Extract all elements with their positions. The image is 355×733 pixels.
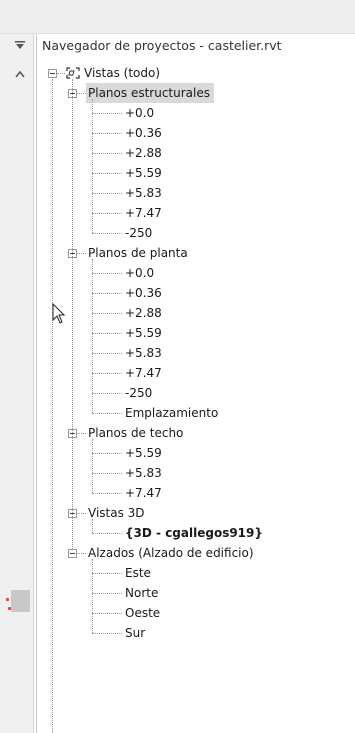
collapse-toggle-icon[interactable]: [68, 549, 77, 558]
tree-connector: [92, 373, 122, 374]
left-scroll-strip: [0, 34, 34, 733]
tree-connector: [92, 493, 122, 494]
indicator-mark: [6, 598, 9, 601]
tree-item[interactable]: +5.59: [125, 323, 162, 343]
panel-title: Navegador de proyectos - castelier.rvt: [42, 38, 282, 53]
tree-item[interactable]: +2.88: [125, 143, 162, 163]
indicator-mark: [8, 607, 11, 610]
tree-group[interactable]: Planos de planta: [86, 243, 192, 263]
tree-item[interactable]: Oeste: [125, 603, 160, 623]
tree-connector: [92, 393, 122, 394]
tree-item[interactable]: +7.47: [125, 363, 162, 383]
tree-connector: [92, 519, 93, 533]
tree-connector: [92, 613, 122, 614]
tree-connector: [92, 113, 122, 114]
tree-group[interactable]: Alzados (Alzado de edificio): [86, 543, 258, 563]
tree-connector: [92, 99, 93, 233]
tree-connector: [92, 453, 122, 454]
tree-connector: [92, 633, 122, 634]
tree-item[interactable]: +2.88: [125, 303, 162, 323]
tree-connector: [92, 333, 122, 334]
tree-item[interactable]: {3D - cgallegos919}: [125, 523, 263, 543]
tree-connector: [92, 439, 93, 493]
tree-connector: [92, 573, 122, 574]
tree-connector: [77, 433, 86, 434]
tree-connector: [92, 133, 122, 134]
tree-connector: [92, 173, 122, 174]
tree-connector: [92, 593, 122, 594]
tree-item[interactable]: +5.83: [125, 343, 162, 363]
tree-item[interactable]: +7.47: [125, 483, 162, 503]
views-icon: [66, 67, 80, 79]
tree-item[interactable]: +5.83: [125, 183, 162, 203]
tree-group[interactable]: Planos estructurales: [86, 83, 214, 103]
tree-connector: [92, 213, 122, 214]
tree-connector: [92, 153, 122, 154]
tree-group[interactable]: Planos de techo: [86, 423, 187, 443]
tree-connector: [77, 513, 86, 514]
scrollbar-thumb[interactable]: [11, 590, 30, 612]
panel-separator: [36, 34, 37, 733]
tree-item[interactable]: Este: [125, 563, 151, 583]
tree-connector: [77, 553, 86, 554]
tree-item[interactable]: +5.59: [125, 163, 162, 183]
tree-connector: [57, 73, 65, 74]
tree-connector: [92, 473, 122, 474]
tree-connector: [92, 533, 122, 534]
tree-connector: [92, 293, 122, 294]
tree-item[interactable]: Sur: [125, 623, 145, 643]
mouse-cursor-icon: [52, 302, 66, 328]
tree-root-vistas[interactable]: Vistas (todo): [84, 63, 160, 83]
tree-connector: [92, 313, 122, 314]
tree-connector: [52, 79, 53, 733]
tree-item[interactable]: -250: [125, 223, 152, 243]
tree-group[interactable]: Vistas 3D: [86, 503, 149, 523]
tree-item[interactable]: +0.0: [125, 263, 154, 283]
tree-item[interactable]: +0.0: [125, 103, 154, 123]
tree-connector: [77, 93, 86, 94]
tree-connector: [92, 233, 122, 234]
tree-connector: [92, 353, 122, 354]
tree-connector: [77, 253, 86, 254]
tree-connector: [92, 273, 122, 274]
tree-connector: [72, 79, 73, 549]
tree-item[interactable]: Norte: [125, 583, 158, 603]
tree-item[interactable]: -250: [125, 383, 152, 403]
tree-item[interactable]: +5.59: [125, 443, 162, 463]
tree-item[interactable]: +7.47: [125, 203, 162, 223]
tree-item[interactable]: Emplazamiento: [125, 403, 218, 423]
tree-connector: [92, 259, 93, 413]
tree-item[interactable]: +5.83: [125, 463, 162, 483]
tree-item[interactable]: +0.36: [125, 283, 162, 303]
tree-connector: [92, 193, 122, 194]
filter-icon[interactable]: [15, 40, 25, 52]
tree-connector: [92, 559, 93, 633]
toolbar-divider: [0, 33, 355, 34]
tree-item[interactable]: +0.36: [125, 123, 162, 143]
tree-connector: [92, 413, 122, 414]
collapse-toggle-icon[interactable]: [48, 69, 57, 78]
chevron-up-icon[interactable]: [15, 69, 25, 80]
top-toolbar: [0, 0, 355, 33]
